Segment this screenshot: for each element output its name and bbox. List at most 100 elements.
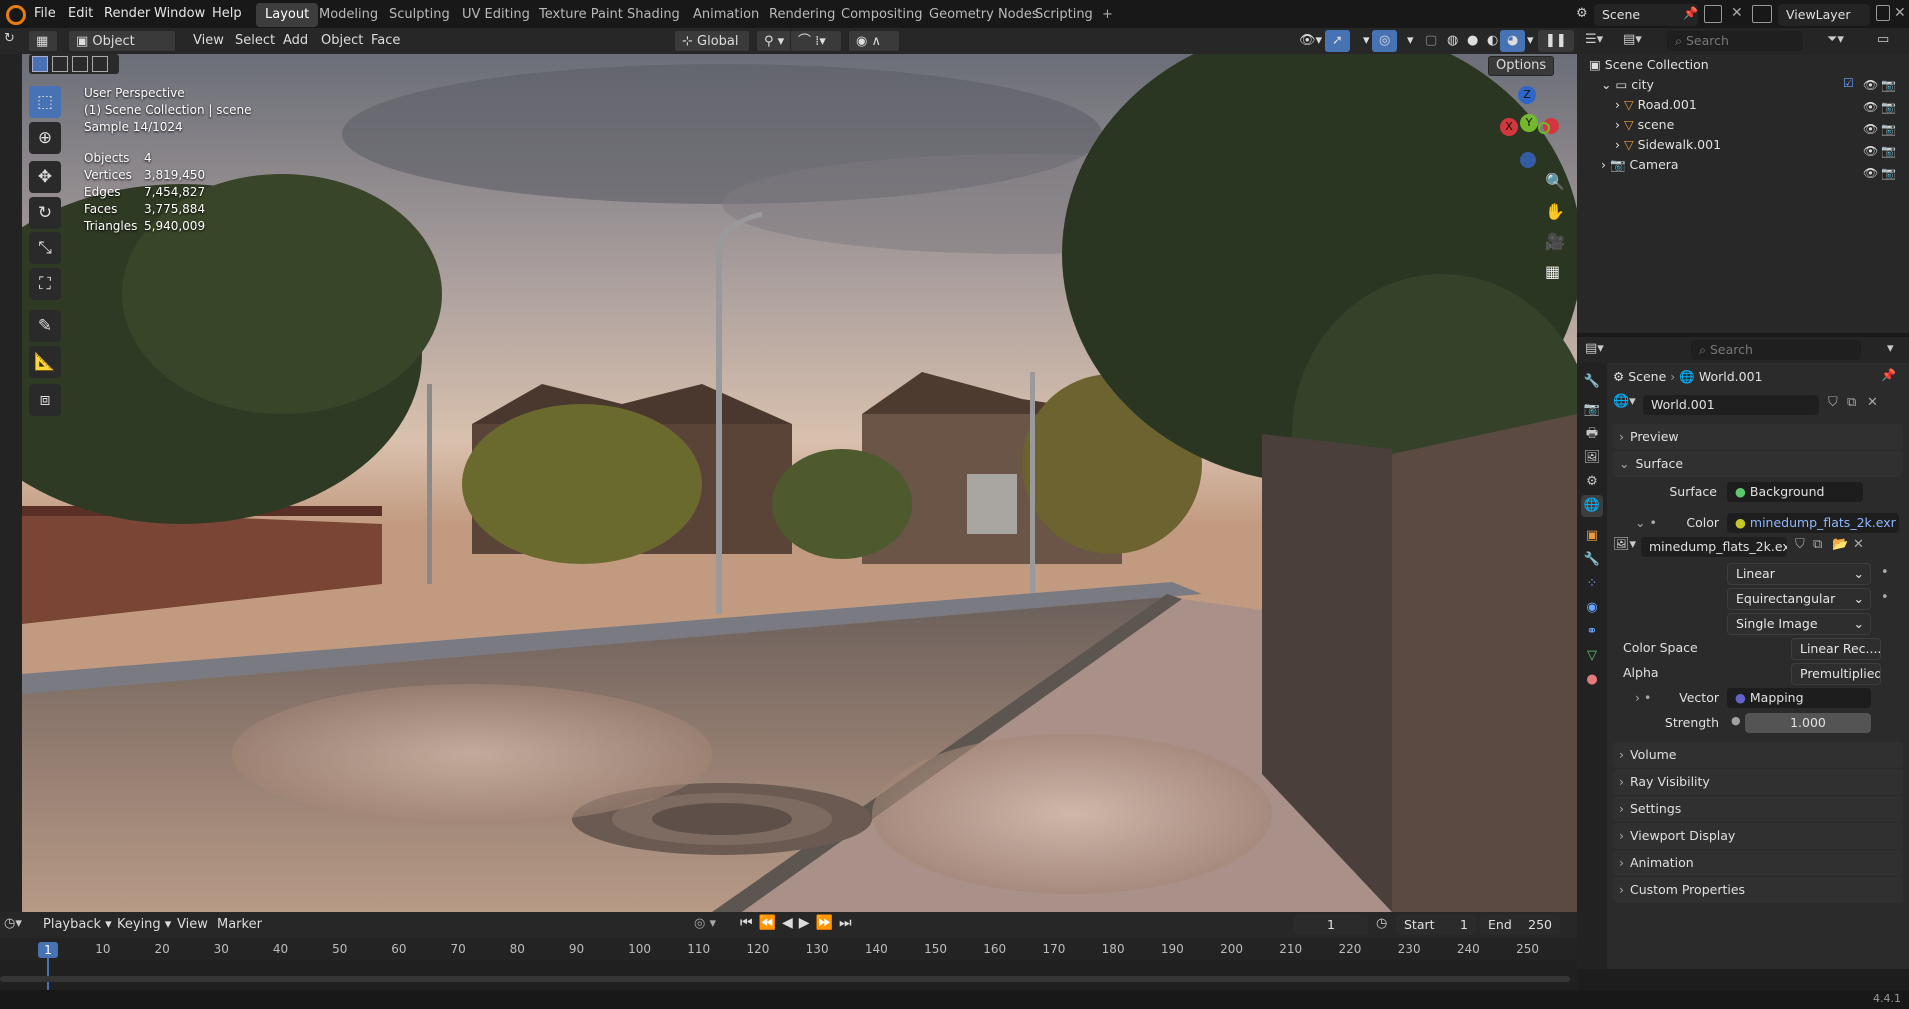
3d-viewport[interactable]: User Perspective (1) Scene Collection | … bbox=[22, 54, 1577, 912]
move-tool[interactable]: ✥ bbox=[29, 161, 61, 193]
tab-scripting[interactable]: Scripting bbox=[1026, 3, 1102, 27]
pan-hand-icon[interactable]: ✋ bbox=[1545, 202, 1565, 221]
pin-icon[interactable]: 📌 bbox=[1881, 368, 1896, 382]
current-frame-field[interactable]: 1 bbox=[1294, 915, 1368, 935]
modifier-tab-icon[interactable]: 🔧 bbox=[1581, 549, 1603, 571]
editor-type-button[interactable]: ▦ bbox=[28, 30, 58, 52]
delete-view-layer-icon[interactable]: ✕ bbox=[1894, 5, 1906, 21]
select-new-icon[interactable] bbox=[32, 56, 48, 72]
image-open-icon[interactable]: 📂 bbox=[1832, 537, 1848, 552]
cursor-tool[interactable]: ⊕ bbox=[29, 122, 61, 154]
outliner-search[interactable]: ⌕ Search bbox=[1667, 31, 1803, 51]
area-divider[interactable] bbox=[1577, 333, 1909, 337]
projection-dropdown[interactable]: Equirectangular ⌄ bbox=[1727, 588, 1871, 610]
scene-tab-icon[interactable]: ⚙ bbox=[1581, 471, 1603, 493]
menu-view[interactable]: View bbox=[186, 30, 231, 52]
data-tab-icon[interactable]: ▽ bbox=[1581, 645, 1603, 667]
add-cube-tool[interactable]: ⧈ bbox=[29, 384, 61, 416]
select-invert-icon[interactable] bbox=[92, 56, 108, 72]
duplicate-icon[interactable]: ⧉ bbox=[1847, 395, 1856, 410]
ray-visibility-panel[interactable]: › Ray Visibility bbox=[1613, 769, 1903, 795]
menu-object[interactable]: Object bbox=[314, 30, 370, 52]
pause-render-icon[interactable]: ❚❚ bbox=[1538, 30, 1574, 52]
fake-user-icon[interactable]: ⛉ bbox=[1828, 395, 1838, 410]
zoom-icon[interactable]: 🔍 bbox=[1545, 172, 1565, 191]
menu-edit[interactable]: Edit bbox=[60, 0, 101, 30]
interpolation-dropdown[interactable]: Linear ⌄ bbox=[1727, 563, 1871, 585]
menu-file[interactable]: File bbox=[26, 0, 64, 30]
outliner-item-scene[interactable]: › ▽ scene bbox=[1615, 114, 1905, 136]
strength-slider[interactable]: 1.000 bbox=[1745, 713, 1871, 733]
custom-properties-panel[interactable]: › Custom Properties bbox=[1613, 877, 1903, 903]
clock-icon[interactable]: ◷▾ bbox=[4, 916, 22, 931]
rotate-tool[interactable]: ↻ bbox=[29, 197, 61, 229]
tab-layout[interactable]: Layout bbox=[256, 3, 319, 27]
playback-controls[interactable]: ⏮⏪◀▶⏩⏭ bbox=[740, 915, 858, 931]
outliner-item-city[interactable]: ⌄ ▭ city bbox=[1601, 74, 1905, 96]
auto-key-icon[interactable]: ◎ ▾ bbox=[694, 916, 716, 931]
measure-tool[interactable]: 📐 bbox=[29, 346, 61, 378]
render-tab-icon[interactable]: 📷 bbox=[1581, 399, 1603, 421]
options-button[interactable]: Options bbox=[1488, 56, 1555, 76]
select-subtract-icon[interactable] bbox=[72, 56, 88, 72]
proportional-edit-toggle[interactable]: ◉ ∧ bbox=[848, 30, 900, 52]
constraints-tab-icon[interactable]: ⚭ bbox=[1581, 621, 1603, 643]
annotate-tool[interactable]: ✎ bbox=[29, 310, 61, 342]
settings-panel[interactable]: › Settings bbox=[1613, 796, 1903, 822]
viewport-display-panel[interactable]: › Viewport Display bbox=[1613, 823, 1903, 849]
snap-toggle[interactable]: ⌒ ⁞▾ bbox=[790, 30, 842, 52]
filter-icon[interactable]: ⏷▾ bbox=[1827, 32, 1844, 47]
select-extend-icon[interactable] bbox=[52, 56, 68, 72]
camera-view-icon[interactable]: 🎥 bbox=[1545, 232, 1565, 251]
delete-scene-icon[interactable]: ✕ bbox=[1731, 5, 1743, 21]
tab-texture-paint[interactable]: Texture Paint bbox=[530, 3, 632, 27]
select-mode-toggles[interactable] bbox=[29, 54, 119, 74]
tab-animation[interactable]: Animation bbox=[684, 3, 768, 27]
ortho-grid-icon[interactable]: ▦ bbox=[1545, 262, 1560, 281]
physics-tab-icon[interactable]: ◉ bbox=[1581, 597, 1603, 619]
view-layer-selector[interactable]: ViewLayer bbox=[1778, 4, 1870, 26]
gizmo-neg-y[interactable] bbox=[1538, 122, 1550, 134]
tab-sculpting[interactable]: Sculpting bbox=[380, 3, 459, 27]
animation-panel[interactable]: › Animation bbox=[1613, 850, 1903, 876]
outliner-type-icon[interactable]: ☰▾ bbox=[1585, 32, 1603, 47]
outliner-item-camera[interactable]: › 📷 Camera bbox=[1601, 154, 1905, 176]
city-checkbox-icon[interactable]: ☑ bbox=[1843, 76, 1854, 90]
vector-expand-icon[interactable]: › • bbox=[1635, 687, 1651, 709]
gizmo-x[interactable]: X bbox=[1500, 118, 1518, 136]
new-collection-icon[interactable]: ▭ bbox=[1877, 32, 1889, 47]
gizmo-toggle-icon[interactable]: ➚ bbox=[1325, 30, 1350, 52]
tool-tab-icon[interactable]: 🔧 bbox=[1581, 371, 1603, 393]
outliner-item-sidewalk[interactable]: › ▽ Sidewalk.001 bbox=[1615, 134, 1905, 156]
gizmo-z[interactable]: Z bbox=[1518, 86, 1536, 104]
outliner-item-road[interactable]: › ▽ Road.001 bbox=[1615, 94, 1905, 116]
menu-timeline-view[interactable]: View bbox=[170, 914, 215, 936]
blender-logo-icon[interactable] bbox=[6, 5, 26, 25]
new-scene-icon[interactable] bbox=[1704, 5, 1722, 23]
transform-tool[interactable]: ⛶ bbox=[29, 268, 61, 300]
particles-tab-icon[interactable]: ⁘ bbox=[1581, 573, 1603, 595]
material-tab-icon[interactable]: ● bbox=[1581, 669, 1603, 691]
world-tab-icon[interactable]: 🌐 bbox=[1581, 495, 1603, 517]
start-frame-field[interactable]: Start 1 bbox=[1396, 915, 1476, 935]
navigation-gizmo[interactable]: Z X Y bbox=[1490, 86, 1560, 176]
select-box-tool[interactable]: ⬚ bbox=[29, 86, 61, 118]
gizmo-y[interactable]: Y bbox=[1520, 114, 1538, 132]
render-column[interactable]: 📷 📷 📷 📷 📷 bbox=[1881, 74, 1896, 184]
menu-keying[interactable]: Keying ▾ bbox=[110, 914, 178, 936]
world-name-field[interactable]: World.001 bbox=[1643, 395, 1819, 415]
menu-playback[interactable]: Playback ▾ bbox=[36, 914, 119, 936]
image-fake-user-icon[interactable]: ⛉ bbox=[1795, 537, 1805, 552]
output-tab-icon[interactable]: 🖶 bbox=[1581, 423, 1603, 445]
source-dropdown[interactable]: Single Image ⌄ bbox=[1727, 613, 1871, 635]
new-view-layer-icon[interactable] bbox=[1876, 5, 1890, 21]
tab-modeling[interactable]: Modeling bbox=[310, 3, 387, 27]
frame-ruler[interactable]: 10 20 30 40 50 60 70 80 90 100 110 120 130 140 150 160 1… bbox=[0, 938, 1577, 960]
pin-icon[interactable]: 📌 bbox=[1683, 6, 1698, 20]
alpha-dropdown[interactable]: Premultiplied bbox=[1791, 663, 1881, 685]
image-name-field[interactable]: minedump_flats_2k.exr bbox=[1641, 537, 1787, 557]
surface-shader-field[interactable]: ● Background bbox=[1727, 482, 1863, 502]
tab-compositing[interactable]: Compositing bbox=[832, 3, 932, 27]
unlink-icon[interactable]: ✕ bbox=[1867, 395, 1878, 410]
menu-help[interactable]: Help bbox=[204, 0, 250, 30]
